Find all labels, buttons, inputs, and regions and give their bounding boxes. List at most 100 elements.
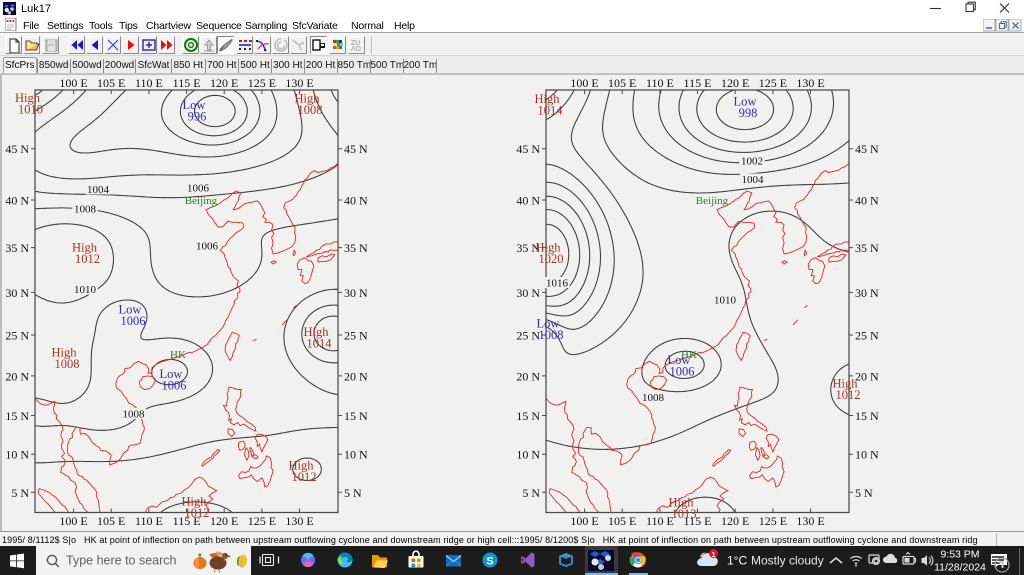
svg-text:11/28/2024: 11/28/2024 — [934, 562, 986, 574]
svg-text:1012: 1012 — [185, 506, 210, 520]
svg-text:20 N: 20 N — [516, 369, 540, 383]
svg-text:25 N: 25 N — [5, 329, 29, 343]
svg-text:20 N: 20 N — [5, 369, 29, 383]
svg-text:Type here to search: Type here to search — [66, 554, 177, 568]
svg-text:40 N: 40 N — [5, 194, 29, 208]
svg-text:125 E: 125 E — [248, 514, 276, 528]
svg-text:HK: HK — [681, 349, 697, 361]
svg-text:130 E: 130 E — [285, 76, 313, 90]
svg-text:S: S — [486, 556, 493, 568]
svg-text:1006: 1006 — [187, 182, 210, 194]
svg-text:15 N: 15 N — [344, 409, 368, 423]
svg-text:1°C: 1°C — [727, 554, 747, 568]
svg-text:130 E: 130 E — [796, 514, 824, 528]
svg-text:Beijing: Beijing — [696, 195, 729, 207]
svg-text:10 N: 10 N — [5, 448, 29, 462]
svg-text:998: 998 — [739, 106, 758, 120]
svg-text:125 E: 125 E — [759, 514, 787, 528]
svg-text:1006: 1006 — [162, 379, 187, 393]
svg-text:5 N: 5 N — [344, 486, 362, 500]
svg-text:1012: 1012 — [836, 388, 861, 402]
svg-text:1020: 1020 — [539, 252, 564, 266]
svg-text:115 E: 115 E — [684, 76, 712, 90]
svg-text:125 E: 125 E — [248, 76, 276, 90]
svg-text:105 E: 105 E — [608, 76, 636, 90]
svg-text:100 E: 100 E — [59, 514, 87, 528]
svg-text:110 E: 110 E — [646, 76, 674, 90]
svg-text:110 E: 110 E — [646, 514, 674, 528]
svg-text:1004: 1004 — [742, 174, 765, 186]
svg-text:1006: 1006 — [670, 365, 695, 379]
svg-text:10 N: 10 N — [516, 448, 540, 462]
svg-text:5 N: 5 N — [522, 486, 540, 500]
svg-text:1008: 1008 — [298, 103, 323, 117]
svg-text:20 N: 20 N — [855, 369, 879, 383]
svg-text:10 N: 10 N — [344, 448, 368, 462]
svg-text:1013: 1013 — [672, 507, 697, 521]
svg-text:25 N: 25 N — [344, 329, 368, 343]
svg-text:45 N: 45 N — [855, 142, 879, 156]
svg-text:120 E: 120 E — [721, 514, 749, 528]
svg-text:100 E: 100 E — [59, 76, 87, 90]
svg-text:1010: 1010 — [74, 284, 97, 296]
svg-text:5 N: 5 N — [11, 486, 29, 500]
svg-text:1008: 1008 — [123, 408, 146, 420]
svg-text:105 E: 105 E — [97, 76, 125, 90]
svg-text:1012: 1012 — [75, 252, 100, 266]
svg-text:15 N: 15 N — [516, 409, 540, 423]
svg-text:1010: 1010 — [18, 103, 43, 117]
svg-text:115 E: 115 E — [173, 76, 201, 90]
svg-text:110 E: 110 E — [135, 514, 163, 528]
svg-text:5 N: 5 N — [855, 486, 873, 500]
svg-text:105 E: 105 E — [97, 514, 125, 528]
svg-text:1014: 1014 — [307, 337, 333, 351]
svg-text:1008: 1008 — [74, 204, 97, 216]
svg-text:ΛO: ΛO — [351, 46, 362, 53]
svg-text:30 N: 30 N — [855, 286, 879, 300]
svg-text:1012: 1012 — [292, 470, 317, 484]
svg-text:35 N: 35 N — [344, 241, 368, 255]
svg-text:40 N: 40 N — [516, 194, 540, 208]
svg-text:25 N: 25 N — [855, 329, 879, 343]
svg-text:15 N: 15 N — [855, 409, 879, 423]
svg-text:1008: 1008 — [642, 392, 665, 404]
svg-text:45 N: 45 N — [344, 142, 368, 156]
svg-text:Mostly cloudy: Mostly cloudy — [751, 554, 824, 568]
svg-text:110 E: 110 E — [135, 76, 163, 90]
svg-text:Beijing: Beijing — [185, 195, 218, 207]
svg-text:105 E: 105 E — [608, 514, 636, 528]
svg-text:10 N: 10 N — [855, 448, 879, 462]
svg-text:125 E: 125 E — [759, 76, 787, 90]
svg-text:130 E: 130 E — [796, 76, 824, 90]
svg-text:120 E: 120 E — [210, 514, 238, 528]
svg-text:1004: 1004 — [87, 184, 110, 196]
svg-text:HK: HK — [170, 349, 186, 361]
svg-text:15 N: 15 N — [5, 409, 29, 423]
svg-text:45 N: 45 N — [516, 142, 540, 156]
svg-text:1016: 1016 — [546, 277, 569, 289]
svg-text:996: 996 — [188, 110, 207, 124]
svg-text:130 E: 130 E — [285, 514, 313, 528]
svg-text:1008: 1008 — [539, 328, 564, 342]
svg-text:9:53 PM: 9:53 PM — [940, 549, 979, 561]
svg-text:100 E: 100 E — [570, 514, 598, 528]
svg-text:120 E: 120 E — [210, 76, 238, 90]
svg-text:30 N: 30 N — [516, 286, 540, 300]
svg-text:1014: 1014 — [538, 104, 564, 118]
svg-text:1006: 1006 — [196, 240, 219, 252]
svg-text:120 E: 120 E — [721, 76, 749, 90]
svg-text:35 N: 35 N — [855, 241, 879, 255]
svg-text:30 N: 30 N — [344, 286, 368, 300]
svg-text:1008: 1008 — [55, 357, 80, 371]
svg-text:45 N: 45 N — [5, 142, 29, 156]
svg-text:30 N: 30 N — [5, 286, 29, 300]
svg-text:1: 1 — [711, 550, 715, 559]
svg-text:35 N: 35 N — [5, 241, 29, 255]
svg-text:40 N: 40 N — [855, 194, 879, 208]
svg-text:20 N: 20 N — [344, 369, 368, 383]
svg-text:25 N: 25 N — [516, 329, 540, 343]
svg-text:1010: 1010 — [714, 294, 737, 306]
svg-text:1002: 1002 — [741, 155, 763, 167]
svg-text:100 E: 100 E — [570, 76, 598, 90]
svg-text:40 N: 40 N — [344, 194, 368, 208]
